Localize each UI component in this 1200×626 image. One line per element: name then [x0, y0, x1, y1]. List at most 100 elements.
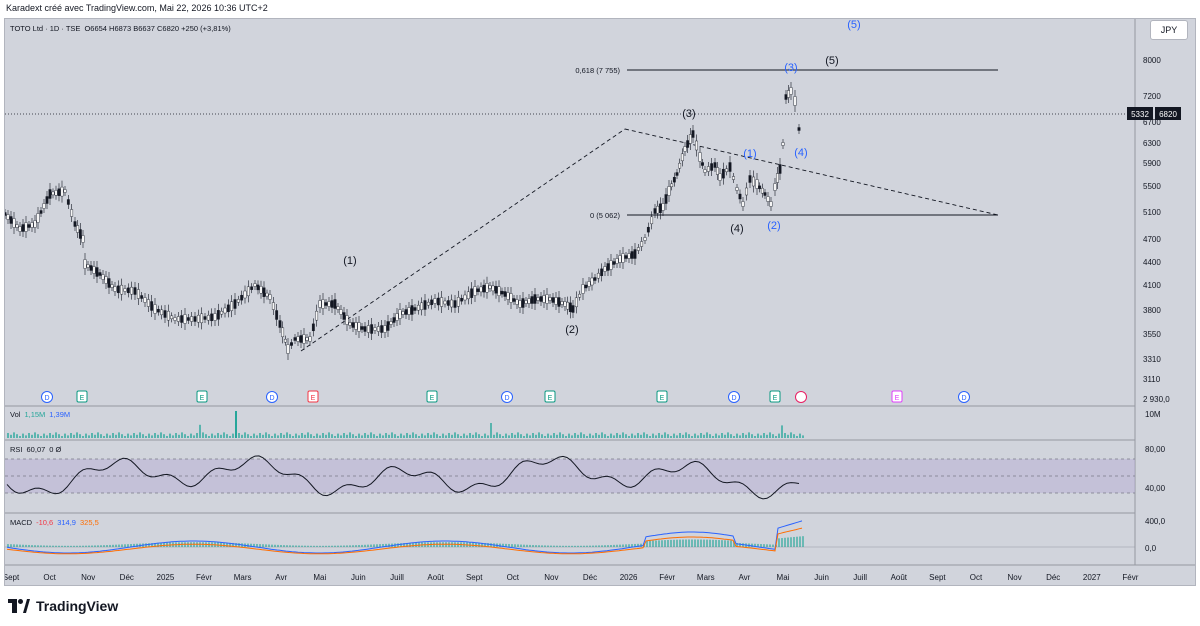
candle-body — [787, 90, 790, 98]
candle-body — [410, 305, 414, 315]
macd-bar — [727, 540, 729, 547]
volume-bar — [430, 434, 432, 438]
candle-body — [760, 187, 764, 194]
volume-bar — [718, 435, 720, 438]
macd-bar — [364, 544, 366, 547]
candle-body — [593, 277, 597, 281]
volume-bar — [178, 434, 180, 438]
macd-bar — [793, 536, 795, 547]
candle-body — [524, 300, 528, 304]
volume-bar — [265, 432, 267, 438]
macd-bar — [82, 545, 84, 547]
candle-body — [551, 297, 555, 303]
volume-bar — [442, 433, 444, 438]
candle-body — [563, 301, 567, 307]
rsi-legend[interactable]: RSI 60,07 0 Ø — [10, 445, 62, 454]
volume-bar — [766, 434, 768, 438]
macd-bar — [94, 545, 96, 547]
time-tick: Juin — [814, 573, 829, 582]
chart-area[interactable]: 0,618 (7 755) 0 (5 062) (1) (2) (3) (4) … — [3, 18, 1196, 586]
candle-body — [658, 203, 662, 214]
volume-bar — [682, 434, 684, 438]
symbol-legend[interactable]: TOTO Ltd · 1D · TSE O6654 H6873 B6637 C68… — [10, 24, 231, 33]
tradingview-logo[interactable]: TradingView — [8, 598, 118, 614]
candle-body — [104, 276, 108, 284]
price-tick: 4700 — [1143, 235, 1161, 244]
volume-legend[interactable]: Vol 1,15M 1,39M — [10, 410, 70, 419]
candle-body — [640, 241, 644, 247]
candle-body — [596, 272, 600, 279]
volume-bar — [415, 434, 417, 438]
volume-bar — [472, 434, 474, 438]
candle-body — [73, 221, 77, 227]
macd-bar — [301, 545, 303, 547]
candle-body — [557, 297, 561, 307]
event-marker-label: D — [961, 395, 966, 402]
volume-bar — [85, 433, 87, 438]
candle-body — [401, 311, 405, 315]
candle-body — [755, 179, 759, 189]
volume-bar — [61, 436, 63, 438]
volume-bar — [142, 434, 144, 438]
macd-bar — [625, 544, 627, 547]
macd-bar — [61, 545, 63, 547]
macd-bar — [58, 545, 60, 547]
candle-body — [683, 146, 687, 152]
volume-bar — [763, 433, 765, 438]
candle-body — [566, 301, 570, 310]
volume-bar — [508, 435, 510, 438]
volume-bar — [193, 435, 195, 438]
macd-bar — [778, 538, 780, 547]
macd-bar — [685, 539, 687, 547]
volume-bar — [169, 433, 171, 438]
event-marker-label: E — [895, 395, 900, 402]
macd-legend[interactable]: MACD -10,6 314,9 325,5 — [10, 518, 99, 527]
macd-bar — [799, 536, 801, 547]
macd-bar — [307, 545, 309, 547]
volume-bar — [676, 435, 678, 438]
candle-body — [630, 251, 634, 259]
volume-bar — [463, 433, 465, 438]
macd-bar — [310, 545, 312, 547]
candle-body — [236, 299, 240, 303]
volume-bar — [349, 432, 351, 438]
macd-bar — [772, 544, 774, 547]
candle-body — [738, 193, 742, 200]
currency-button[interactable]: JPY — [1150, 20, 1188, 40]
time-tick: 2026 — [620, 573, 638, 582]
time-axis[interactable]: Sept Oct Nov Déc 2025 Févr Mars Avr Mai Juin Juill… — [3, 573, 1139, 582]
macd-bar — [622, 544, 624, 547]
split-marker[interactable] — [795, 391, 807, 403]
candle-body — [24, 222, 28, 232]
macd-bar — [376, 544, 378, 547]
volume-bar — [376, 436, 378, 438]
candle-body — [107, 278, 111, 288]
candle-body — [220, 310, 224, 315]
candle-body — [57, 188, 61, 196]
volume-bar — [331, 434, 333, 438]
wave-black-5: (5) — [825, 55, 838, 67]
price-tick: 3310 — [1143, 355, 1161, 364]
volume-bar — [13, 432, 15, 438]
macd-bar — [55, 545, 57, 547]
macd-bar — [349, 545, 351, 547]
macd-bar — [682, 539, 684, 547]
macd-bar — [124, 544, 126, 547]
candle-body — [769, 201, 773, 207]
volume-bar — [49, 433, 51, 438]
event-marker-label: D — [731, 395, 736, 402]
macd-bar — [709, 539, 711, 547]
macd-bar — [262, 544, 264, 547]
volume-bar — [316, 433, 318, 438]
macd-bar — [766, 544, 768, 547]
volume-bar — [313, 436, 315, 438]
volume-bar — [67, 435, 69, 438]
candle-body — [302, 334, 306, 344]
event-marker-label: E — [660, 395, 665, 402]
time-tick: Sept — [929, 573, 946, 582]
volume-bar — [319, 435, 321, 438]
candle-body — [392, 317, 396, 323]
time-tick: Oct — [970, 573, 983, 582]
chart-canvas[interactable]: 0,618 (7 755) 0 (5 062) (1) (2) (3) (4) … — [3, 19, 1195, 585]
candle-body — [643, 237, 647, 241]
